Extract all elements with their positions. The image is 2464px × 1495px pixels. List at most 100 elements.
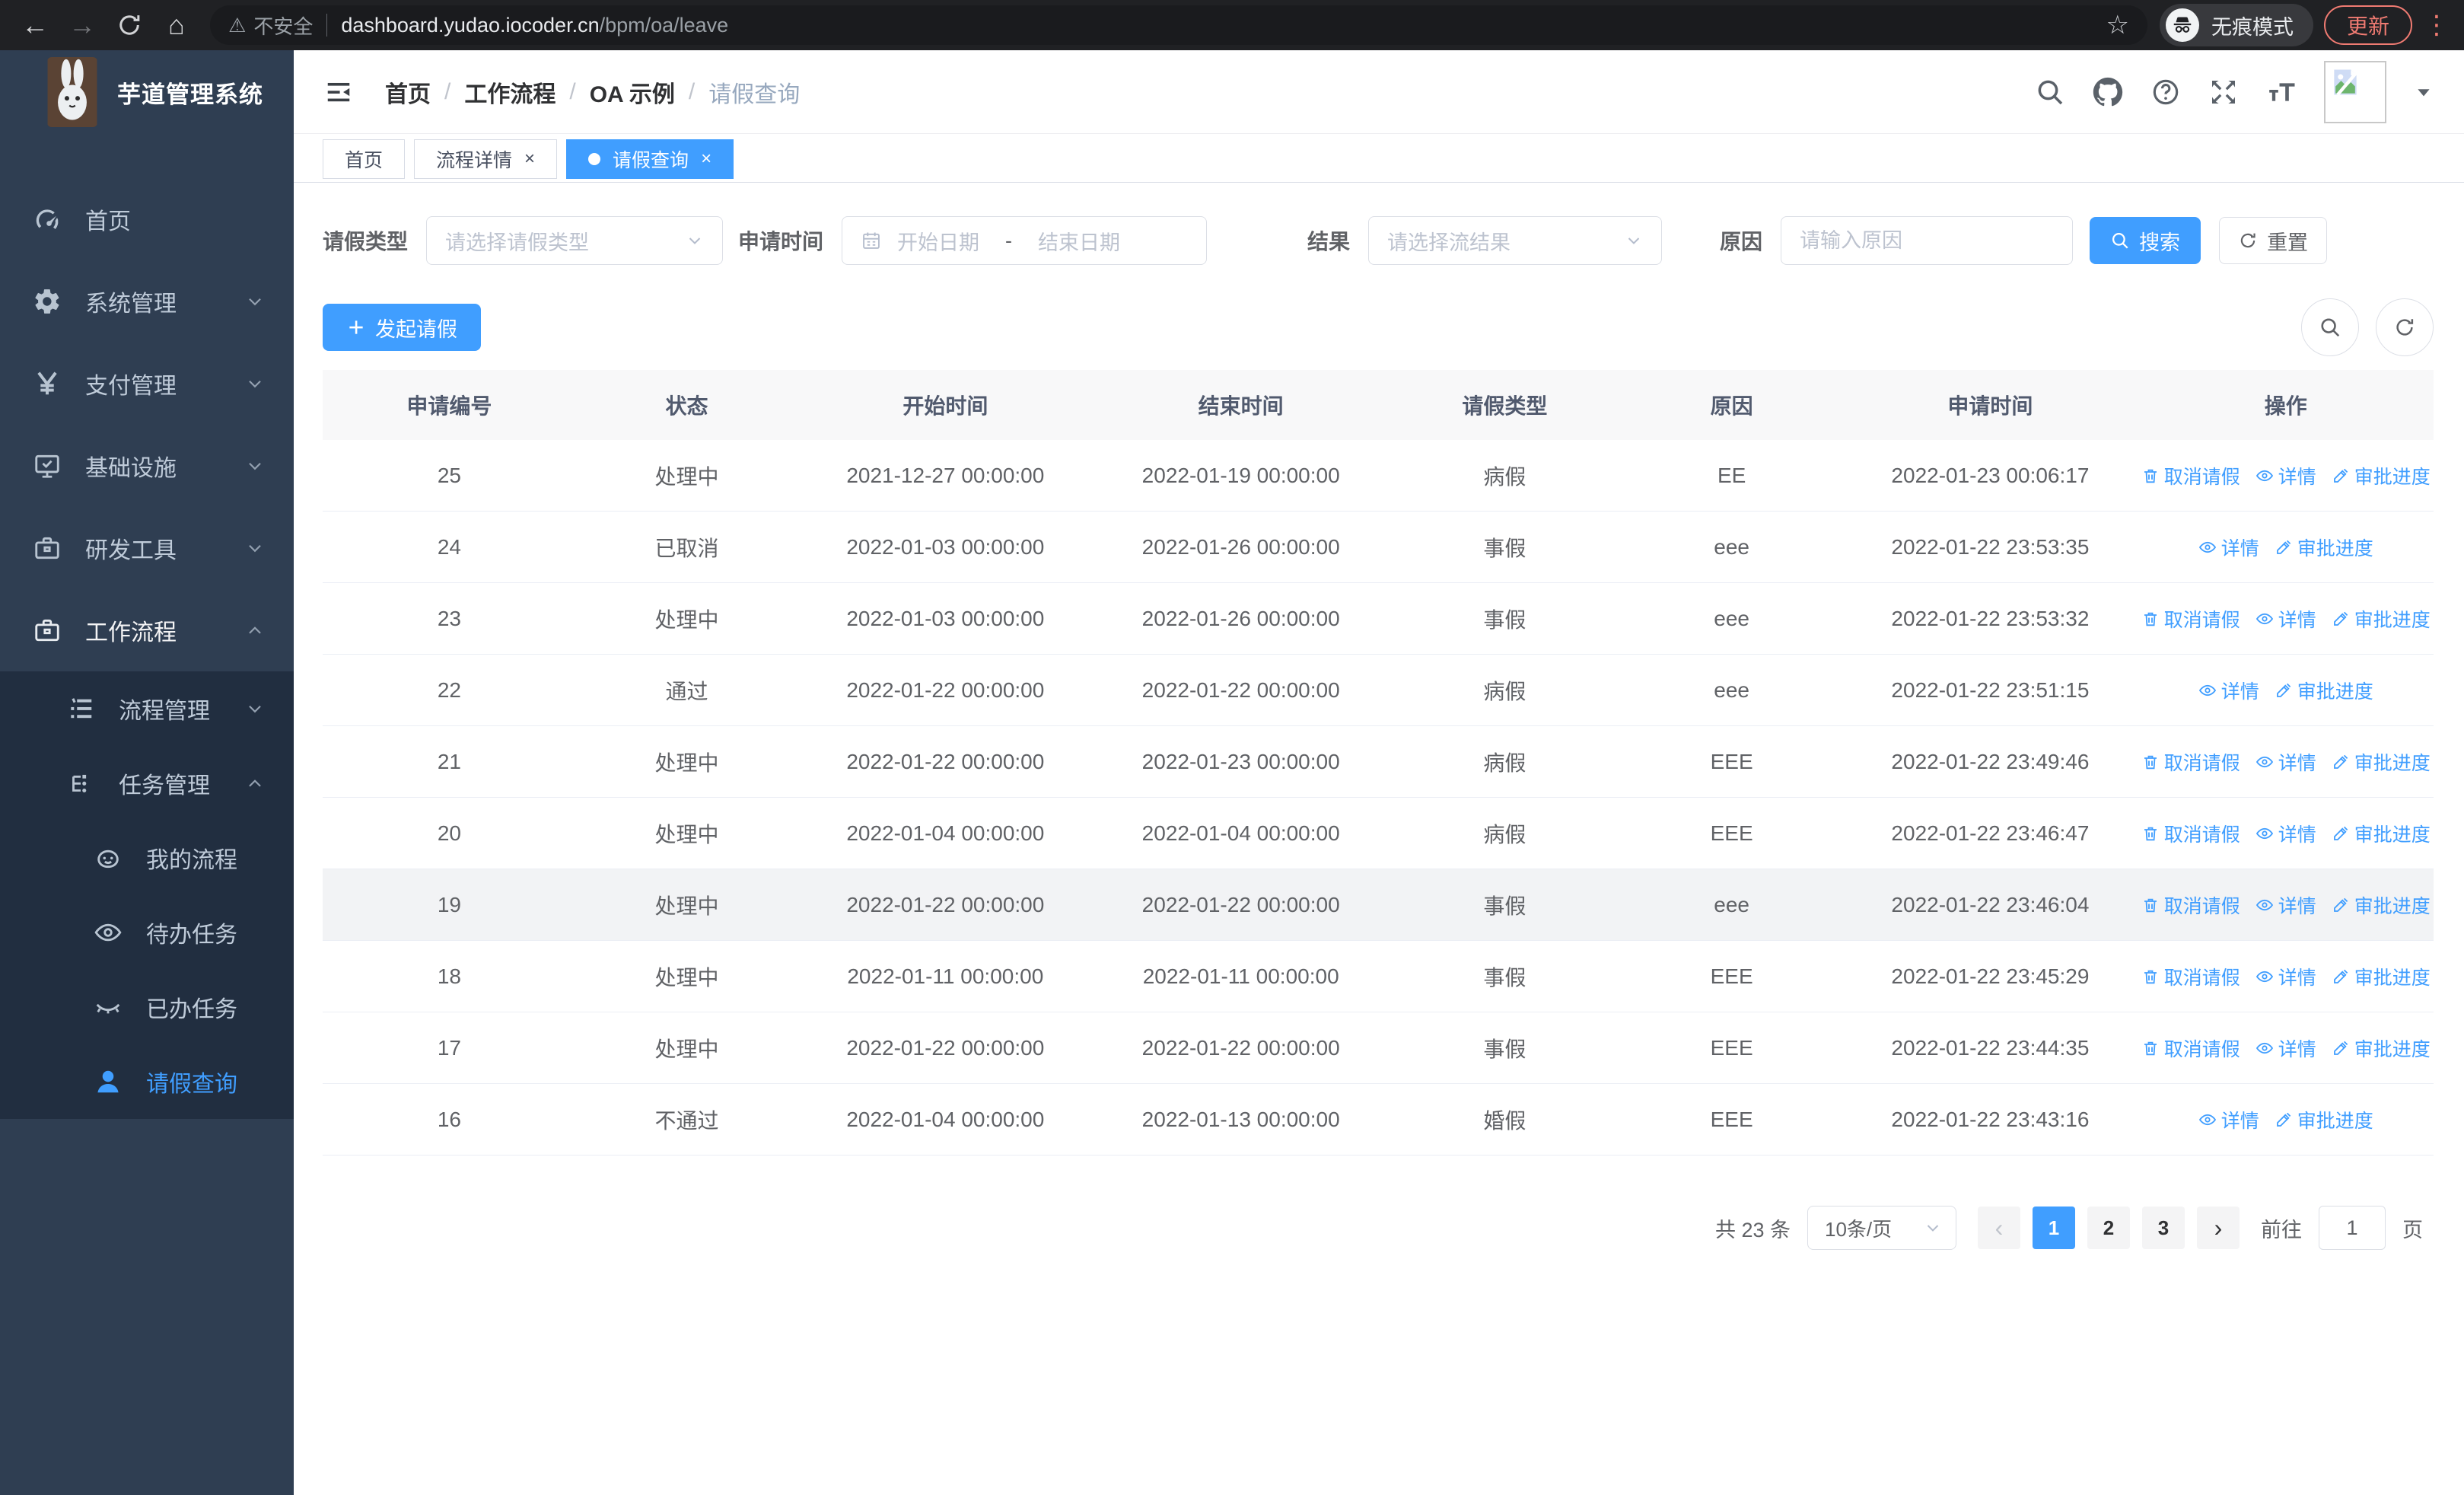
action-cancel-leave[interactable]: 取消请假: [2141, 963, 2240, 990]
cell-start-time: 2022-01-22 00:00:00: [846, 892, 1045, 916]
action-detail[interactable]: 详情: [2255, 1034, 2316, 1062]
sidebar-item-system-management[interactable]: 系统管理: [0, 260, 294, 343]
tab-leave-query[interactable]: 请假查询 ×: [566, 139, 734, 179]
action-cancel-leave[interactable]: 取消请假: [2141, 820, 2240, 847]
create-leave-button[interactable]: 发起请假: [323, 304, 481, 351]
action-approval-progress[interactable]: 审批进度: [2275, 534, 2373, 561]
browser-forward-button[interactable]: →: [61, 4, 103, 46]
tab-home[interactable]: 首页: [323, 139, 406, 179]
eye-closed-icon: [91, 993, 125, 1022]
cell-actions: 取消请假 详情 审批进度: [2138, 1034, 2434, 1062]
eye-icon: [2255, 467, 2274, 485]
action-cancel-leave[interactable]: 取消请假: [2141, 891, 2240, 919]
sidebar-fold-icon[interactable]: [324, 78, 353, 107]
action-label: 审批进度: [2354, 895, 2431, 917]
action-cancel-leave[interactable]: 取消请假: [2141, 462, 2240, 489]
reason-input[interactable]: [1800, 228, 2055, 253]
user-menu-caret-icon[interactable]: [2414, 82, 2434, 102]
sidebar-item-task-management[interactable]: 任务管理: [0, 746, 294, 821]
action-detail[interactable]: 详情: [2198, 534, 2259, 561]
breadcrumb-item-oa-example[interactable]: OA 示例: [590, 75, 675, 109]
action-approval-progress[interactable]: 审批进度: [2332, 820, 2431, 847]
tab-close-icon[interactable]: ×: [701, 150, 712, 168]
sidebar-item-leave-query[interactable]: 请假查询: [0, 1044, 294, 1119]
cell-start-time: 2022-01-03 00:00:00: [846, 606, 1045, 630]
action-approval-progress[interactable]: 审批进度: [2332, 891, 2431, 919]
refresh-table-button[interactable]: [2376, 298, 2434, 356]
action-approval-progress[interactable]: 审批进度: [2332, 462, 2431, 489]
apply-time-range-picker[interactable]: 开始日期 - 结束日期: [842, 216, 1208, 265]
action-cancel-leave[interactable]: 取消请假: [2141, 605, 2240, 633]
action-approval-progress[interactable]: 审批进度: [2275, 1106, 2373, 1133]
page-button-1[interactable]: 1: [2033, 1207, 2075, 1249]
sidebar-item-my-processes[interactable]: 我的流程: [0, 821, 294, 895]
logo-area[interactable]: 芋道管理系统: [0, 50, 294, 134]
action-approval-progress[interactable]: 审批进度: [2275, 677, 2373, 704]
page-button-2[interactable]: 2: [2087, 1207, 2130, 1249]
bookmark-star-icon[interactable]: ☆: [2106, 10, 2129, 40]
tree-icon: [64, 769, 97, 798]
browser-reload-button[interactable]: [108, 4, 151, 46]
action-detail[interactable]: 详情: [2255, 462, 2316, 489]
sidebar-item-payment-management[interactable]: 支付管理: [0, 343, 294, 425]
sidebar-item-todo-tasks[interactable]: 待办任务: [0, 895, 294, 970]
column-header: 状态: [665, 394, 708, 418]
action-detail[interactable]: 详情: [2255, 891, 2316, 919]
action-approval-progress[interactable]: 审批进度: [2332, 605, 2431, 633]
cell-actions: 取消请假 详情 审批进度: [2138, 891, 2434, 919]
next-page-button[interactable]: ›: [2197, 1207, 2240, 1249]
cell-leave-type: 事假: [1483, 1037, 1526, 1061]
action-detail[interactable]: 详情: [2255, 820, 2316, 847]
goto-page-input[interactable]: [2319, 1206, 2386, 1250]
github-icon[interactable]: [2093, 77, 2123, 107]
action-detail[interactable]: 详情: [2198, 677, 2259, 704]
help-icon[interactable]: [2150, 77, 2181, 107]
breadcrumb-item-home[interactable]: 首页: [385, 75, 431, 109]
search-button[interactable]: 搜索: [2090, 217, 2201, 264]
pen-icon: [2332, 824, 2350, 843]
action-detail[interactable]: 详情: [2198, 1106, 2259, 1133]
action-detail[interactable]: 详情: [2255, 748, 2316, 776]
address-bar[interactable]: ⚠ 不安全 dashboard.yudao.iocoder.cn /bpm/oa…: [210, 5, 2147, 45]
browser-menu-icon[interactable]: ⋮: [2423, 10, 2450, 40]
browser-update-button[interactable]: 更新: [2323, 5, 2412, 45]
page-size-select[interactable]: 10条/页: [1807, 1206, 1956, 1250]
cell-actions: 详情 审批进度: [2138, 534, 2434, 561]
sidebar-item-dev-tools[interactable]: 研发工具: [0, 507, 294, 589]
action-detail[interactable]: 详情: [2255, 605, 2316, 633]
action-approval-progress[interactable]: 审批进度: [2332, 1034, 2431, 1062]
fullscreen-icon[interactable]: [2208, 77, 2239, 107]
browser-home-button[interactable]: ⌂: [155, 4, 198, 46]
toggle-search-button[interactable]: [2301, 298, 2359, 356]
action-approval-progress[interactable]: 审批进度: [2332, 748, 2431, 776]
pen-icon: [2332, 896, 2350, 914]
action-cancel-leave[interactable]: 取消请假: [2141, 1034, 2240, 1062]
action-approval-progress[interactable]: 审批进度: [2332, 963, 2431, 990]
sidebar-item-workflow[interactable]: 工作流程: [0, 589, 294, 671]
action-detail[interactable]: 详情: [2255, 963, 2316, 990]
leave-type-select[interactable]: 请选择请假类型: [426, 216, 724, 265]
pen-icon: [2275, 681, 2293, 700]
sidebar-item-home[interactable]: 首页: [0, 178, 294, 260]
cell-leave-type: 事假: [1483, 965, 1526, 990]
sidebar-item-infrastructure[interactable]: 基础设施: [0, 425, 294, 507]
breadcrumb-item-workflow[interactable]: 工作流程: [464, 75, 556, 109]
avatar[interactable]: [2324, 60, 2386, 123]
cell-reason: EE: [1717, 463, 1746, 487]
breadcrumb: 首页 / 工作流程 / OA 示例 / 请假查询: [385, 75, 800, 109]
reset-button[interactable]: 重置: [2219, 217, 2328, 264]
result-select[interactable]: 请选择流结果: [1368, 216, 1663, 265]
font-size-icon[interactable]: [2266, 77, 2297, 107]
browser-back-button[interactable]: ←: [14, 4, 56, 46]
chevron-down-icon: [245, 538, 265, 558]
tab-process-detail[interactable]: 流程详情 ×: [414, 139, 558, 179]
prev-page-button[interactable]: ‹: [1978, 1207, 2020, 1249]
sidebar-item-done-tasks[interactable]: 已办任务: [0, 970, 294, 1044]
tab-close-icon[interactable]: ×: [524, 150, 535, 168]
action-cancel-leave[interactable]: 取消请假: [2141, 748, 2240, 776]
reason-label: 原因: [1720, 230, 1763, 253]
incognito-label: 无痕模式: [2211, 15, 2294, 39]
sidebar-item-process-management[interactable]: 流程管理: [0, 671, 294, 746]
search-icon[interactable]: [2035, 77, 2065, 107]
page-button-3[interactable]: 3: [2142, 1207, 2185, 1249]
